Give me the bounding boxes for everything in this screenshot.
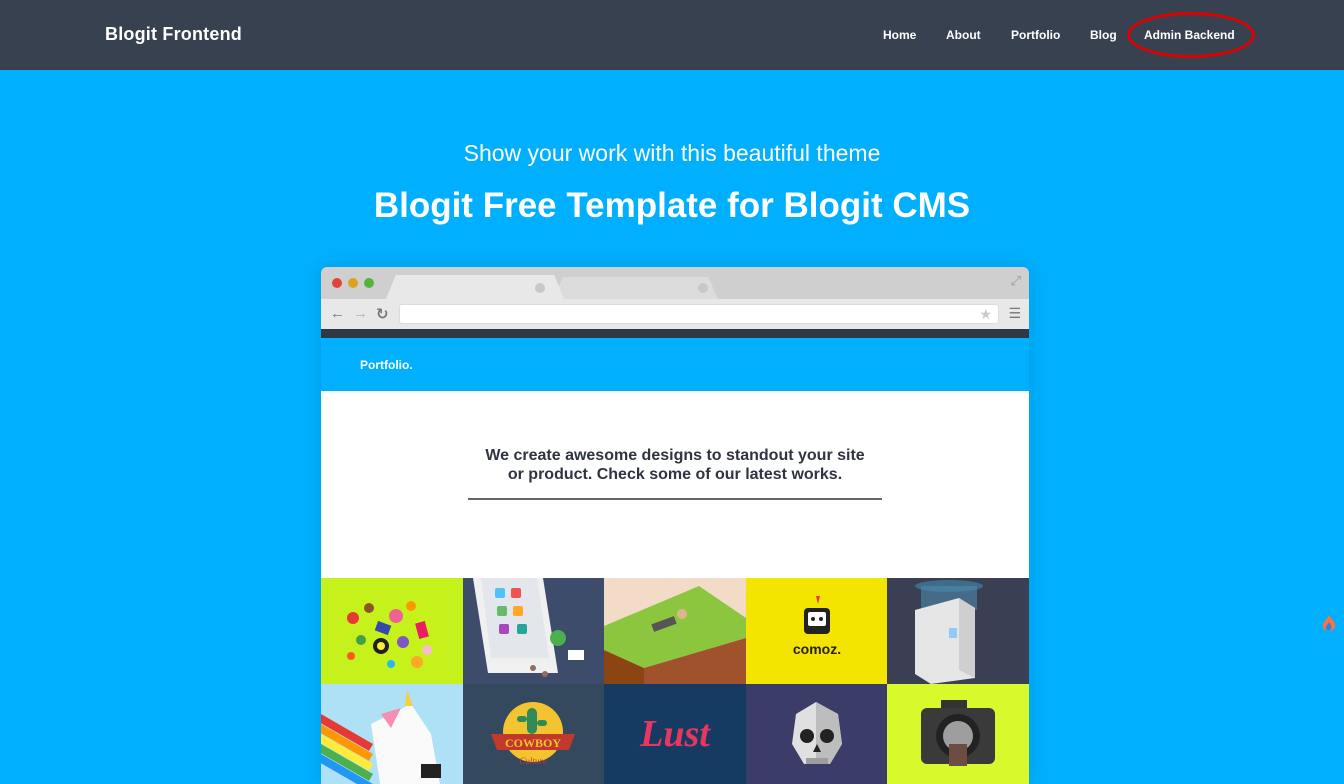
- portfolio-grid: comoz. COWBOY Culture Lust: [321, 578, 1029, 784]
- lust-text: Lust: [639, 713, 711, 755]
- inner-headline-line-2: or product. Check some of our latest wor…: [507, 466, 843, 483]
- tab-close-icon: [535, 283, 545, 293]
- flame-extension-icon[interactable]: [1320, 614, 1338, 634]
- sweets-icon: [347, 601, 432, 668]
- inner-headline-line-1: We create awesome designs to standout yo…: [485, 447, 865, 464]
- portfolio-tile-lust: Lust: [604, 684, 746, 784]
- portfolio-tile-unicorn: [321, 684, 463, 784]
- portfolio-tile-comoz: comoz.: [746, 578, 887, 684]
- hill-icon: [604, 586, 746, 684]
- forward-arrow-icon: →: [353, 305, 368, 322]
- address-bar: ★: [399, 304, 999, 324]
- portfolio-tile-sweets: [321, 578, 463, 684]
- unicorn-icon: [321, 690, 441, 784]
- skull-icon: [792, 702, 842, 764]
- tab-close-icon: [698, 283, 708, 293]
- expand-icon: ⤢: [1010, 273, 1021, 288]
- nav-link-home[interactable]: Home: [883, 28, 916, 42]
- lust-logo: Lust: [639, 713, 711, 755]
- reload-icon: ↻: [376, 306, 389, 323]
- main-nav: Home About Portfolio Blog Admin Backend: [0, 28, 1344, 44]
- hamburger-menu-icon: ☰: [1008, 305, 1021, 321]
- browser-mockup-image: ⤢ ← → ↻ ★ ☰ Portfolio. We create awesome…: [321, 267, 1029, 784]
- portfolio-tile-water-cooler: [887, 578, 1029, 684]
- star-icon: ★: [979, 306, 992, 322]
- close-dot-icon: [332, 278, 342, 288]
- maximize-dot-icon: [364, 278, 374, 288]
- nav-link-admin-backend[interactable]: Admin Backend: [1144, 28, 1235, 42]
- inner-navbar: Portfolio.: [321, 338, 1029, 391]
- hero-title: Blogit Free Template for Blogit CMS: [373, 186, 971, 225]
- portfolio-tile-hill: [604, 578, 746, 684]
- minimize-dot-icon: [348, 278, 358, 288]
- portfolio-tile-camera: [887, 684, 1029, 784]
- inner-top-strip: [321, 329, 1029, 338]
- cowboy-badge-icon: COWBOY Culture: [491, 702, 575, 766]
- culture-text: Culture: [519, 756, 546, 766]
- nav-link-about[interactable]: About: [946, 28, 981, 42]
- portfolio-tile-skull: [746, 684, 887, 784]
- portfolio-tile-phone: [463, 578, 604, 684]
- camera-icon: [921, 700, 995, 766]
- browser-tab-bar: ⤢: [321, 267, 1029, 301]
- browser-toolbar: ← → ↻ ★ ☰: [321, 299, 1029, 329]
- back-arrow-icon: ←: [330, 305, 345, 322]
- water-cooler-icon: [915, 580, 983, 684]
- comoz-text: comoz.: [793, 641, 841, 657]
- inner-brand: Portfolio.: [360, 358, 413, 372]
- nav-link-portfolio[interactable]: Portfolio: [1011, 28, 1060, 42]
- nav-link-blog[interactable]: Blog: [1090, 28, 1117, 42]
- browser-tab-inactive: [553, 277, 718, 299]
- comoz-logo: comoz.: [793, 596, 841, 657]
- portfolio-tile-cowboy: COWBOY Culture: [463, 684, 604, 784]
- hero-subtitle: Show your work with this beautiful theme: [463, 140, 881, 166]
- phone-icon: [473, 578, 584, 677]
- inner-headline: We create awesome designs to standout yo…: [321, 446, 1029, 484]
- top-navbar: Blogit Frontend Home About Portfolio Blo…: [0, 0, 1344, 70]
- cowboy-text: COWBOY: [505, 736, 561, 750]
- inner-hero: We create awesome designs to standout yo…: [321, 391, 1029, 578]
- inner-divider: [468, 498, 882, 500]
